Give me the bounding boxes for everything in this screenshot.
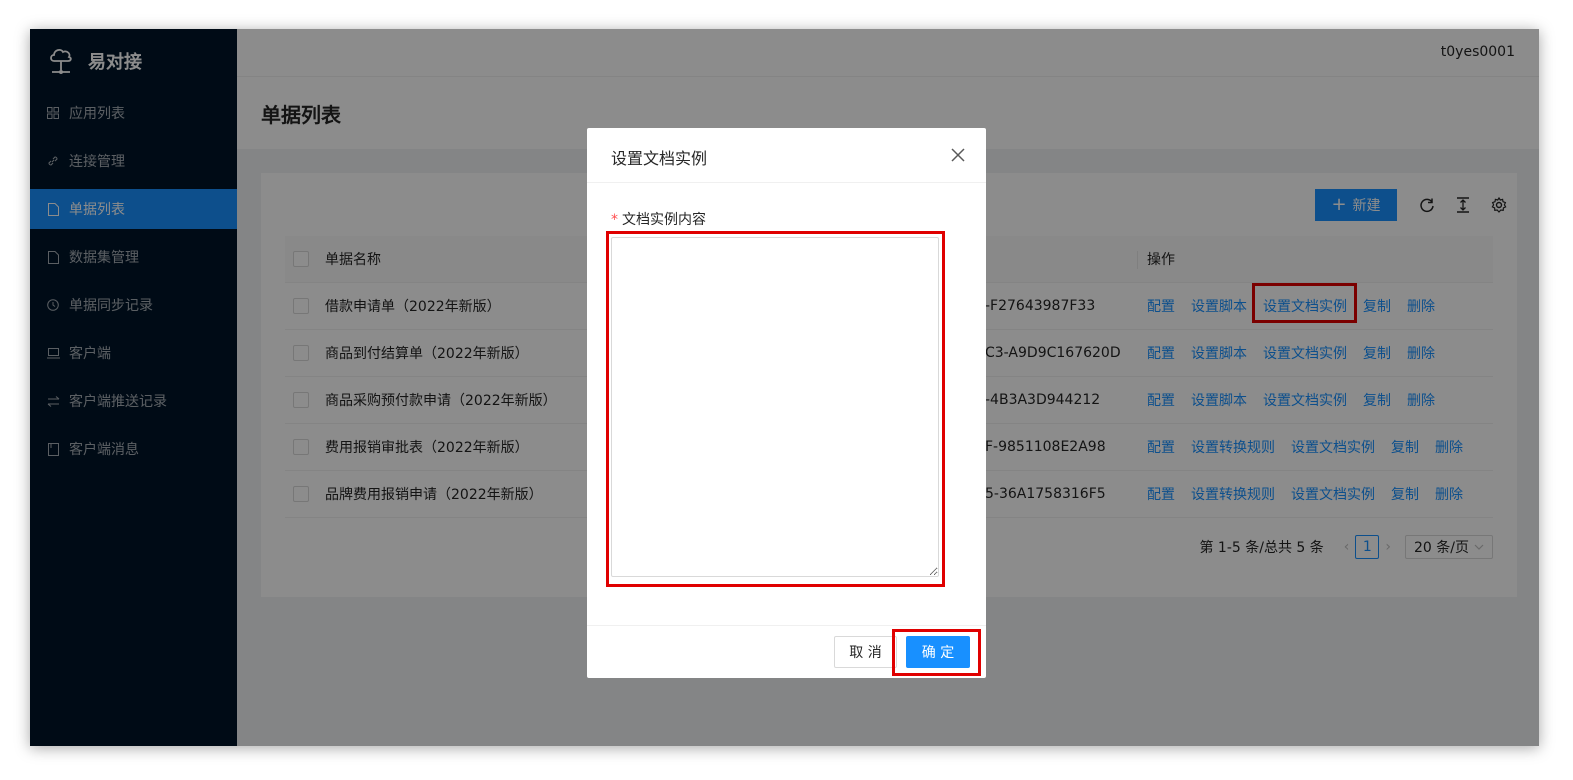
app-window: 易对接 应用列表 连接管理 单据列表 数据集管理 单据同步记录 客户端 客户端推… — [30, 29, 1539, 746]
required-mark: * — [611, 212, 618, 228]
field-label-text: 文档实例内容 — [622, 212, 706, 228]
set-doc-example-modal: 设置文档实例 * 文档实例内容 取 消 确 定 — [587, 128, 986, 678]
ok-button[interactable]: 确 定 — [906, 636, 970, 668]
modal-footer: 取 消 确 定 — [587, 625, 986, 678]
field-label: * 文档实例内容 — [611, 209, 706, 229]
modal-header: 设置文档实例 — [587, 128, 986, 183]
cancel-button[interactable]: 取 消 — [834, 636, 897, 668]
doc-example-textarea[interactable] — [611, 237, 939, 577]
modal-title: 设置文档实例 — [611, 149, 708, 168]
close-icon[interactable] — [950, 147, 966, 163]
